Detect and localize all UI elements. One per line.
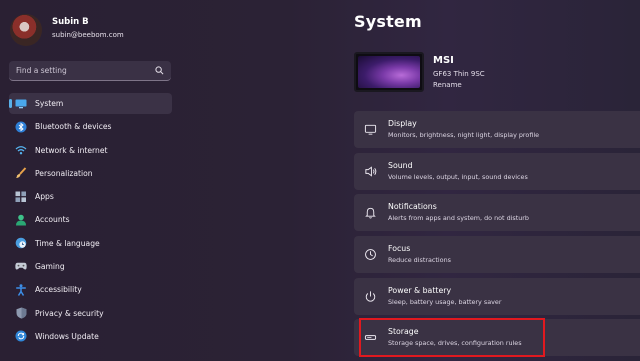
gamepad-icon: [15, 261, 27, 273]
avatar[interactable]: [10, 14, 42, 46]
nav-label: Gaming: [35, 262, 65, 272]
nav-item-accounts[interactable]: Accounts: [9, 209, 172, 230]
nav-item-bluetooth-devices[interactable]: Bluetooth & devices: [9, 116, 172, 137]
device-model: GF63 Thin 9SC: [433, 70, 485, 78]
card-title: Focus: [388, 244, 411, 254]
device-wallpaper-thumbnail: [354, 52, 424, 92]
nav-item-gaming[interactable]: Gaming: [9, 256, 172, 277]
wifi-icon: [15, 144, 27, 156]
page-title: System: [354, 12, 422, 31]
card-subtitle: Monitors, brightness, night light, displ…: [388, 131, 540, 139]
nav-label: System: [35, 99, 64, 108]
nav-item-accessibility[interactable]: Accessibility: [9, 279, 172, 300]
update-icon: [15, 330, 27, 342]
globe-clock-icon: [15, 237, 27, 249]
card-subtitle: Volume levels, output, input, sound devi…: [388, 172, 528, 181]
nav-item-privacy-security[interactable]: Privacy & security: [9, 303, 172, 324]
bluetooth-icon: [15, 121, 27, 133]
focus-icon: [365, 249, 376, 260]
nav-item-time-language[interactable]: Time & language: [9, 233, 172, 254]
nav-label: Network & internet: [35, 145, 108, 155]
display-icon: [364, 124, 377, 135]
device-name: MSI: [433, 55, 454, 66]
profile-email: subin@beebom.com: [52, 31, 124, 39]
card-subtitle: Alerts from apps and system, do not dist…: [388, 214, 529, 223]
nav-label: Accessibility: [35, 285, 82, 295]
card-subtitle: Reduce distractions: [388, 256, 451, 265]
nav-label: Accounts: [35, 215, 70, 225]
settings-card-display[interactable]: Display Monitors, brightness, night ligh…: [354, 111, 640, 148]
user-profile[interactable]: Subin B subin@beebom.com: [10, 14, 180, 48]
nav-label: Time & language: [35, 238, 100, 248]
settings-card-focus[interactable]: Focus Reduce distractions: [354, 236, 640, 274]
nav-item-apps[interactable]: Apps: [9, 186, 172, 207]
settings-card-notifications[interactable]: Notifications Alerts from apps and syste…: [354, 194, 640, 232]
nav-label: Privacy & security: [35, 308, 104, 318]
main-content: System MSI GF63 Thin 9SC Rename Display …: [354, 0, 640, 360]
profile-name: Subin B: [52, 17, 89, 27]
nav-item-windows-update[interactable]: Windows Update: [9, 326, 172, 347]
monitor-icon: [15, 98, 27, 110]
card-title: Notifications: [388, 202, 437, 212]
storage-highlight-box: [359, 318, 545, 357]
apps-icon: [15, 191, 27, 203]
settings-card-power-battery[interactable]: Power & battery Sleep, battery usage, ba…: [354, 277, 640, 315]
nav-label: Windows Update: [35, 331, 99, 341]
sidebar: Subin B subin@beebom.com System Bluetoot…: [0, 0, 182, 360]
search-icon[interactable]: [155, 66, 164, 75]
nav-item-personalization[interactable]: Personalization: [9, 163, 172, 184]
nav-label: Bluetooth & devices: [35, 122, 112, 132]
settings-card-sound[interactable]: Sound Volume levels, output, input, soun…: [354, 152, 640, 190]
search-box[interactable]: [9, 61, 171, 81]
nav-label: Personalization: [35, 168, 93, 178]
power-icon: [365, 291, 376, 302]
person-icon: [15, 214, 27, 226]
shield-icon: [15, 307, 27, 319]
card-subtitle: Sleep, battery usage, battery saver: [388, 297, 502, 306]
nav-label: Apps: [35, 192, 54, 202]
search-input[interactable]: [9, 61, 149, 80]
nav-item-system[interactable]: System: [9, 93, 172, 114]
device-info: MSI GF63 Thin 9SC Rename: [354, 52, 634, 92]
card-title: Display: [388, 119, 417, 128]
brush-icon: [15, 167, 27, 179]
speaker-icon: [365, 166, 377, 177]
rename-link[interactable]: Rename: [433, 81, 462, 89]
card-title: Power & battery: [388, 285, 452, 295]
bell-icon: [365, 208, 376, 219]
accessibility-icon: [15, 284, 27, 296]
nav-item-network-internet[interactable]: Network & internet: [9, 140, 172, 161]
card-title: Sound: [388, 160, 413, 170]
nav-list: System Bluetooth & devices Network & int…: [9, 93, 172, 349]
